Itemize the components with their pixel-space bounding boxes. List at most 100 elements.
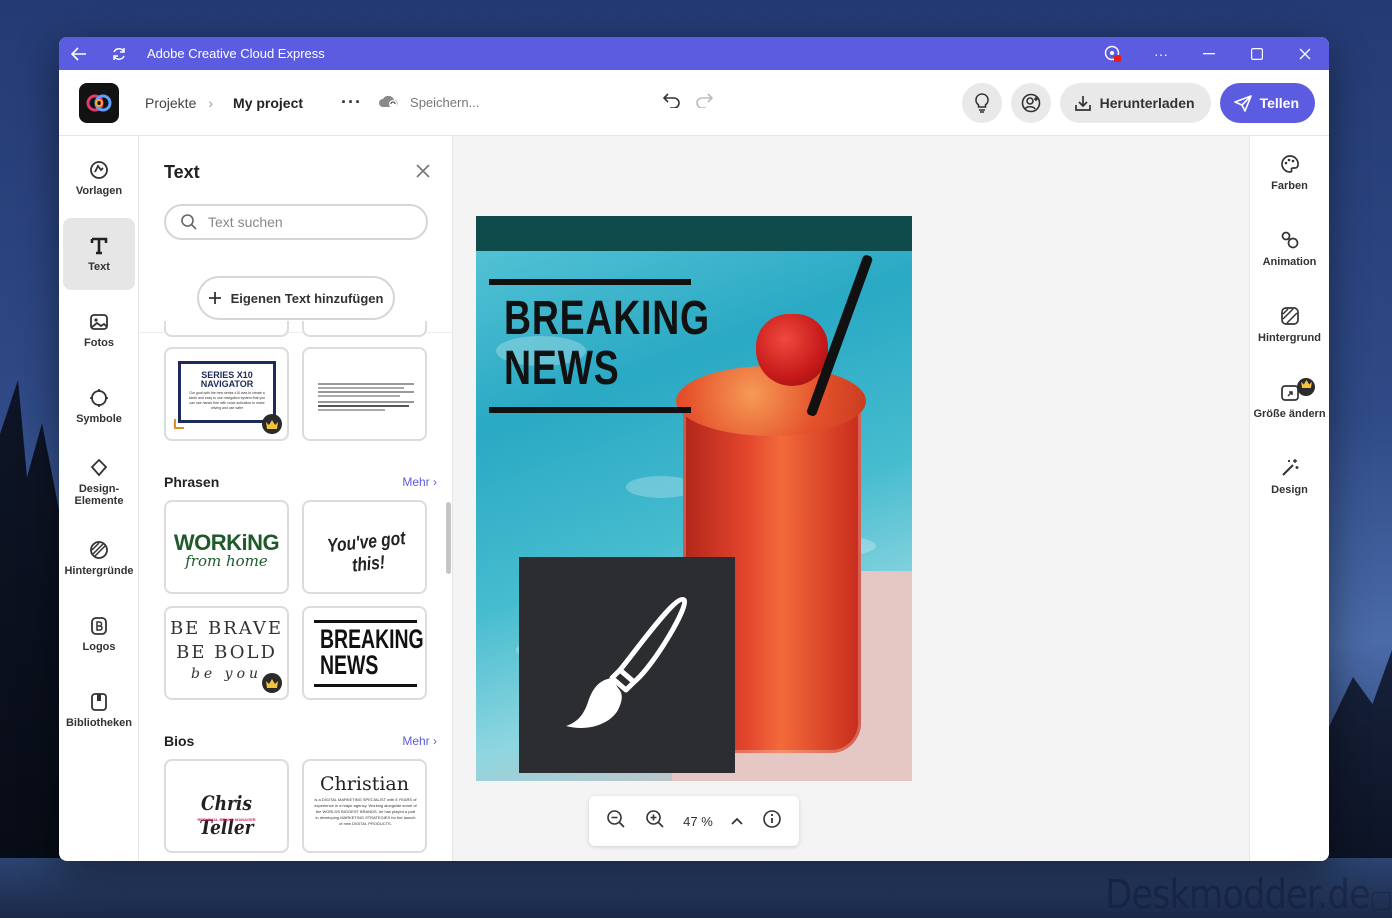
chevron-right-icon: › [208, 94, 214, 111]
templates-icon [90, 160, 108, 179]
text-template-chris-teller[interactable]: Chris Teller REGIONAL BRAND MANAGER [164, 759, 289, 853]
text-template-paragraph[interactable] [302, 347, 427, 441]
text-template-working-from-home[interactable]: WORKiNG from home [164, 500, 289, 594]
info-icon[interactable] [762, 809, 782, 834]
rail-item-vorlagen[interactable]: Vorlagen [63, 142, 135, 214]
rail-label: Design- Elemente [74, 482, 124, 507]
headline-bottom-rule [489, 407, 691, 413]
card-series-body: Our goal with the new series x10 was to … [188, 391, 266, 410]
breadcrumb-current[interactable]: My project [233, 95, 303, 111]
share-button[interactable]: Tellen [1219, 83, 1315, 123]
canvas-headline[interactable]: BREAKING NEWS [504, 294, 710, 394]
background-trees-left [0, 380, 60, 918]
text-template-breaking-news[interactable]: BREAKING NEWS [302, 606, 427, 700]
text-search-field[interactable] [164, 204, 428, 240]
text-template-be-brave[interactable]: BE BRAVE BE BOLD be you [164, 606, 289, 700]
refresh-icon[interactable] [99, 37, 139, 70]
text-template-card[interactable] [302, 321, 427, 337]
text-template-youve-got-this[interactable]: You've got this! [302, 500, 427, 594]
rail-item-animation[interactable]: Animation [1250, 226, 1329, 302]
breadcrumb-projects[interactable]: Projekte [145, 95, 196, 111]
canvas-headline-line2: NEWS [504, 342, 620, 395]
download-icon [1074, 96, 1091, 111]
rail-item-logos[interactable]: Logos [63, 598, 135, 670]
rail-label: Farben [1271, 180, 1308, 192]
more-options-icon[interactable]: ··· [1137, 37, 1185, 70]
rail-item-farben[interactable]: Farben [1250, 150, 1329, 226]
cloud-sync-icon [378, 93, 400, 112]
panel-title: Text [164, 162, 200, 182]
close-window-button[interactable] [1281, 37, 1329, 70]
magic-wand-icon [1281, 459, 1298, 476]
rail-label: Bibliotheken [65, 716, 132, 729]
search-icon [181, 214, 197, 230]
rail-item-design-elemente[interactable]: Design- Elemente [63, 446, 135, 518]
redo-icon[interactable] [695, 92, 714, 113]
rail-item-fotos[interactable]: Fotos [63, 294, 135, 366]
share-label: Tellen [1259, 95, 1299, 111]
text-panel: Text Eigenen Text hinzufügen [139, 136, 453, 861]
add-custom-text-button[interactable]: Eigenen Text hinzufügen [197, 276, 395, 320]
window-title: Adobe Creative Cloud Express [147, 46, 325, 61]
background-icon [1280, 307, 1299, 325]
project-menu-button[interactable]: ··· [341, 92, 362, 113]
zoom-out-icon[interactable] [606, 809, 626, 834]
bios-more-link[interactable]: Mehr › [402, 734, 437, 748]
section-title-phrasen: Phrasen [164, 474, 220, 490]
close-panel-icon[interactable] [416, 162, 430, 183]
rail-item-design[interactable]: Design [1250, 454, 1329, 530]
maximize-button[interactable] [1233, 37, 1281, 70]
left-rail: Vorlagen Text Fotos Symbole Design- Elem… [59, 136, 139, 861]
rail-item-hintergruende[interactable]: Hintergründe [63, 522, 135, 594]
minimize-button[interactable] [1185, 37, 1233, 70]
chevron-up-icon[interactable] [731, 812, 743, 830]
premium-crown-icon [262, 414, 282, 434]
extensions-icon[interactable] [1089, 37, 1137, 70]
title-bar: Adobe Creative Cloud Express ··· [59, 37, 1329, 70]
app-window: Adobe Creative Cloud Express ··· Projekt… [59, 37, 1329, 861]
creative-cloud-logo[interactable] [79, 82, 119, 123]
premium-crown-icon [1297, 378, 1315, 396]
watermark-pen-icon [1372, 892, 1390, 910]
text-template-card[interactable] [164, 321, 289, 337]
zoom-level[interactable]: 47 % [683, 814, 713, 829]
rail-item-bibliotheken[interactable]: Bibliotheken [63, 674, 135, 746]
design-artboard[interactable]: BREAKING NEWS [476, 216, 912, 781]
phrasen-more-link[interactable]: Mehr › [402, 475, 437, 489]
photos-icon [90, 313, 108, 330]
card-christian-name: Christian [320, 773, 409, 795]
download-button[interactable]: Herunterladen [1059, 83, 1211, 123]
rail-label: Design [1271, 484, 1308, 496]
libraries-icon [91, 692, 107, 711]
text-templates-list[interactable]: SERIES X10 NAVIGATOR Our goal with the n… [139, 321, 452, 861]
headline-top-rule [489, 279, 691, 285]
zoom-toolbar: 47 % [589, 796, 799, 846]
undo-icon[interactable] [662, 92, 681, 113]
rail-label: Hintergrund [1258, 332, 1321, 344]
card-breaking-line1: BREAKING [320, 624, 424, 654]
strawberry [756, 314, 828, 386]
panel-scrollbar[interactable] [446, 502, 451, 574]
rail-item-groesse-aendern[interactable]: Größe ändern [1250, 378, 1329, 454]
send-icon [1233, 95, 1252, 112]
back-arrow-icon[interactable] [59, 37, 99, 70]
search-input[interactable] [208, 214, 408, 230]
rail-item-symbole[interactable]: Symbole [63, 370, 135, 442]
section-title-bios: Bios [164, 733, 195, 749]
rail-item-text[interactable]: Text [63, 218, 135, 290]
text-template-christian[interactable]: Christian is a DIGITAL MARKETING SPECIAL… [302, 759, 427, 853]
app-header: Projekte › My project ··· Speichern... H… [59, 70, 1329, 136]
brush-placeholder-tile[interactable] [519, 557, 735, 773]
rail-label: Animation [1262, 256, 1317, 268]
card-series-title: SERIES X10 NAVIGATOR [200, 370, 254, 389]
lightbulb-icon [974, 93, 989, 113]
rail-label: Text [88, 260, 110, 273]
invite-button[interactable] [1010, 83, 1051, 123]
tips-button[interactable] [961, 83, 1002, 123]
card-christian-body: is a DIGITAL MARKETING SPECIALIST with 5… [314, 797, 417, 826]
rail-item-hintergrund[interactable]: Hintergrund [1250, 302, 1329, 378]
zoom-in-icon[interactable] [645, 809, 665, 834]
text-template-series-navigator[interactable]: SERIES X10 NAVIGATOR Our goal with the n… [164, 347, 289, 441]
rail-label: Fotos [84, 336, 114, 349]
canvas-area[interactable]: BREAKING NEWS 47 % [453, 136, 1249, 861]
